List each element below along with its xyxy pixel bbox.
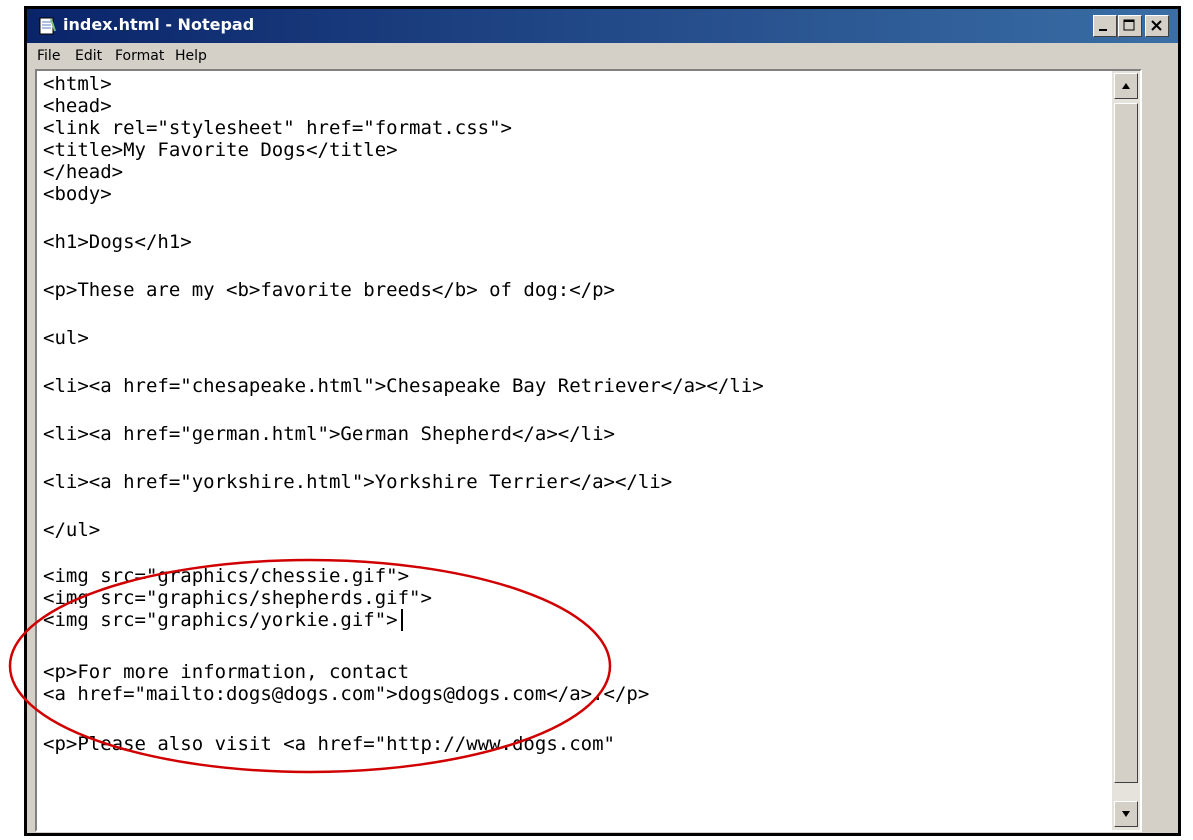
code-line: </ul> [43,519,101,541]
arrow-up-icon [1122,83,1130,89]
menu-bar: File Edit Format Help [27,43,1178,71]
code-line: <a href="mailto:dogs@dogs.com">dogs@dogs… [43,683,650,705]
minimize-icon [1099,29,1107,31]
window-title: index.html - Notepad [63,15,255,34]
code-line: <head> [43,95,112,117]
maximize-button[interactable] [1118,15,1142,37]
code-line: <p>For more information, contact [43,661,410,683]
code-line: <title>My Favorite Dogs</title> [43,139,398,161]
code-line: <img src="graphics/chessie.gif"> [43,565,410,587]
code-line: </head> [43,161,124,183]
title-bar[interactable]: index.html - Notepad [27,9,1178,43]
close-button[interactable] [1145,15,1169,37]
minimize-button[interactable] [1093,15,1117,37]
code-line: <img src="graphics/shepherds.gif"> [43,587,432,609]
code-line: <li><a href="chesapeake.html">Chesapeake… [43,375,764,397]
menu-format[interactable]: Format [115,48,164,64]
text-caret [401,609,403,631]
scroll-down-button[interactable] [1114,801,1138,827]
arrow-down-icon [1122,811,1130,817]
code-line: <img src="graphics/yorkie.gif"> [43,609,398,631]
code-line: <p>Please also visit <a href="http://www… [43,733,615,755]
code-line: <p>These are my <b>favorite breeds</b> o… [43,279,615,301]
code-line: <li><a href="yorkshire.html">Yorkshire T… [43,471,673,493]
code-line: <body> [43,183,112,205]
code-line: <link rel="stylesheet" href="format.css"… [43,117,512,139]
code-line: <html> [43,73,112,95]
editor-text-area[interactable]: <html> <head> <link rel="stylesheet" hre… [37,71,1117,830]
notepad-icon [39,17,56,35]
maximize-icon [1123,19,1135,31]
notepad-window: index.html - Notepad File Edit Format He… [24,6,1181,836]
close-icon [1151,20,1162,31]
vertical-scrollbar[interactable] [1112,71,1140,830]
menu-edit[interactable]: Edit [75,48,102,64]
scrollbar-thumb[interactable] [1114,103,1138,783]
code-line: <ul> [43,327,89,349]
code-line: <h1>Dogs</h1> [43,231,192,253]
menu-help[interactable]: Help [175,48,207,64]
code-line: <li><a href="german.html">German Shepher… [43,423,615,445]
text-editor[interactable]: <html> <head> <link rel="stylesheet" hre… [35,69,1142,832]
scroll-up-button[interactable] [1114,73,1138,99]
menu-file[interactable]: File [37,48,60,64]
